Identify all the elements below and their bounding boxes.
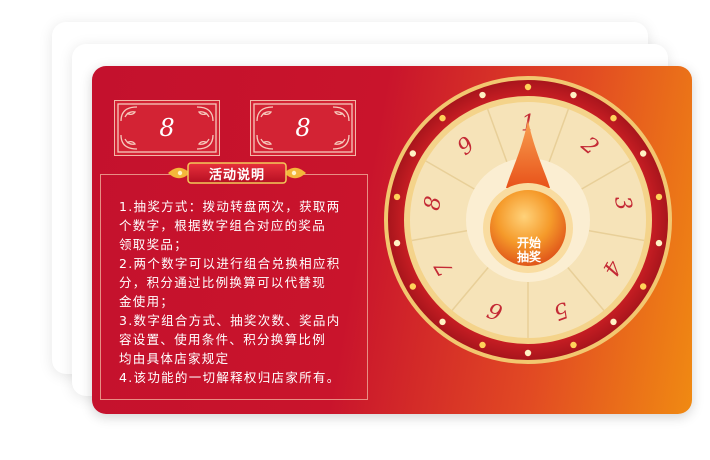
wheel-light-dot [393,193,401,201]
wheel-light-dot [610,318,617,326]
start-draw-button[interactable]: 开始 抽奖 [491,236,567,264]
wheel-light-dot [393,239,401,247]
wheel-light-dot [524,83,532,91]
wheel-light-dot [439,114,446,122]
rule-item-3: 3.数字组合方式、抽奖次数、奖品内 容设置、使用条件、积分换算比例 均由具体店家规定 [119,313,341,366]
wheel-light-dot [610,114,617,122]
wheel-light-dot [479,341,486,349]
lottery-card: 8 8 1.抽奖方式：拨动转盘两次，获取两 个数字，根据数字组合对应的奖品 领取奖品… [92,66,692,414]
wheel-light-dot [409,150,417,157]
wheel-light-dot [570,91,577,99]
wheel-light-dot [570,341,577,349]
wheel-light-dot [655,239,663,247]
drawn-digit-box-2: 8 [250,100,356,156]
wheel-light-dot [479,91,486,99]
wheel-light-dot [439,318,446,326]
wheel-light-dot [524,349,532,357]
wheel-light-dot [409,283,417,290]
rules-title-banner: 活动说明 [166,160,308,186]
rules-panel: 1.抽奖方式：拨动转盘两次，获取两 个数字，根据数字组合对应的奖品 领取奖品； 2.… [100,174,368,400]
drawn-digit-1: 8 [159,114,175,142]
rule-item-2: 2.两个数字可以进行组合兑换相应积 分，积分通过比例换算可以代替现 金使用； [119,256,341,309]
wheel-light-dot [639,283,647,290]
rule-item-1: 1.抽奖方式：拨动转盘两次，获取两 个数字，根据数字组合对应的奖品 领取奖品； [119,199,341,252]
rule-item-4: 4.该功能的一切解释权归店家所有。 [119,370,341,385]
wheel-light-dot [655,193,663,201]
lottery-wheel[interactable]: 123456789 [378,70,678,370]
drawn-digit-2: 8 [295,114,311,142]
rules-title: 活动说明 [208,167,265,183]
drawn-digit-box-1: 8 [114,100,220,156]
wheel-light-dot [639,150,647,157]
